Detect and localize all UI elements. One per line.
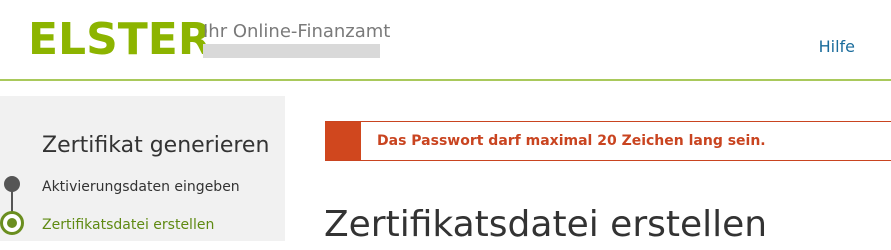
help-link[interactable]: Hilfe <box>819 37 855 57</box>
tagline: Ihr Online-Finanzamt <box>203 21 391 42</box>
header-divider <box>0 79 891 81</box>
error-marker-icon <box>325 122 361 160</box>
redacted-bar <box>203 44 380 58</box>
elster-logo[interactable]: ELSTER <box>28 14 212 66</box>
ring-circle-icon <box>0 211 24 235</box>
filled-circle-icon <box>4 176 20 192</box>
error-message: Das Passwort darf maximal 20 Zeichen lan… <box>377 133 766 149</box>
site-header: ELSTER Ihr Online-Finanzamt Hilfe <box>0 0 891 80</box>
error-alert: Das Passwort darf maximal 20 Zeichen lan… <box>325 121 891 161</box>
step-zertifikatsdatei: Zertifikatsdatei erstellen <box>42 217 215 233</box>
sidebar-title: Zertifikat generieren <box>42 133 270 158</box>
page-title: Zertifikatsdatei erstellen <box>324 204 768 245</box>
step-aktivierungsdaten[interactable]: Aktivierungsdaten eingeben <box>42 178 240 196</box>
